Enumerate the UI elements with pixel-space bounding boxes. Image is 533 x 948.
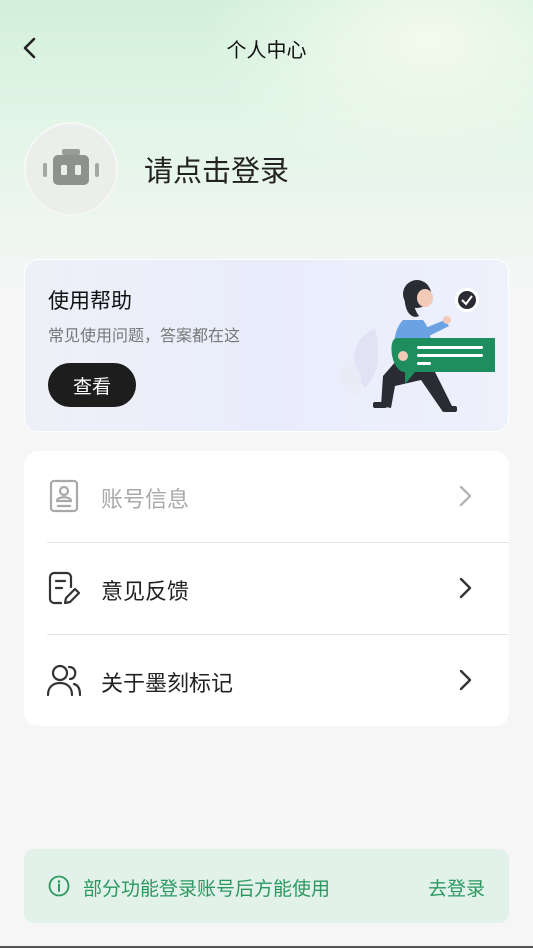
login-prompt[interactable]: 请点击登录: [144, 148, 289, 190]
chevron-left-icon: [23, 37, 36, 59]
feedback-edit-icon: [48, 571, 81, 605]
menu-item-label: 意见反馈: [101, 580, 190, 605]
menu-item-account-info[interactable]: 账号信息: [24, 451, 509, 542]
chevron-right-icon: [459, 577, 472, 599]
woman-with-chat-bubble-illustration: [339, 280, 495, 412]
menu-item-feedback[interactable]: 意见反馈: [24, 543, 509, 634]
top-bar: 个人中心: [0, 26, 533, 70]
view-help-button[interactable]: 查看: [48, 363, 136, 407]
back-button[interactable]: [14, 32, 46, 64]
notice-text: 部分功能登录账号后方能使用: [83, 878, 331, 900]
help-card: 使用帮助 常见使用问题，答案都在这 查看: [24, 259, 509, 432]
users-icon: [47, 664, 81, 697]
page-title: 个人中心: [226, 37, 307, 62]
avatar[interactable]: [24, 122, 118, 216]
menu-card: 账号信息 意见反馈 关于墨刻标记: [24, 451, 509, 726]
profile-section: 请点击登录: [24, 122, 289, 216]
chevron-right-icon: [459, 485, 472, 507]
menu-item-label: 关于墨刻标记: [101, 672, 234, 697]
robot-avatar-icon: [43, 149, 99, 185]
help-card-subtitle: 常见使用问题，答案都在这: [48, 326, 241, 345]
menu-item-label: 账号信息: [101, 488, 190, 513]
menu-item-about[interactable]: 关于墨刻标记: [24, 635, 509, 726]
id-card-icon: [49, 479, 79, 513]
login-notice-bar: 部分功能登录账号后方能使用 去登录: [24, 849, 509, 923]
chevron-right-icon: [459, 669, 472, 691]
help-card-title: 使用帮助: [48, 289, 132, 313]
go-login-link[interactable]: 去登录: [428, 874, 485, 901]
info-icon: [48, 875, 70, 897]
